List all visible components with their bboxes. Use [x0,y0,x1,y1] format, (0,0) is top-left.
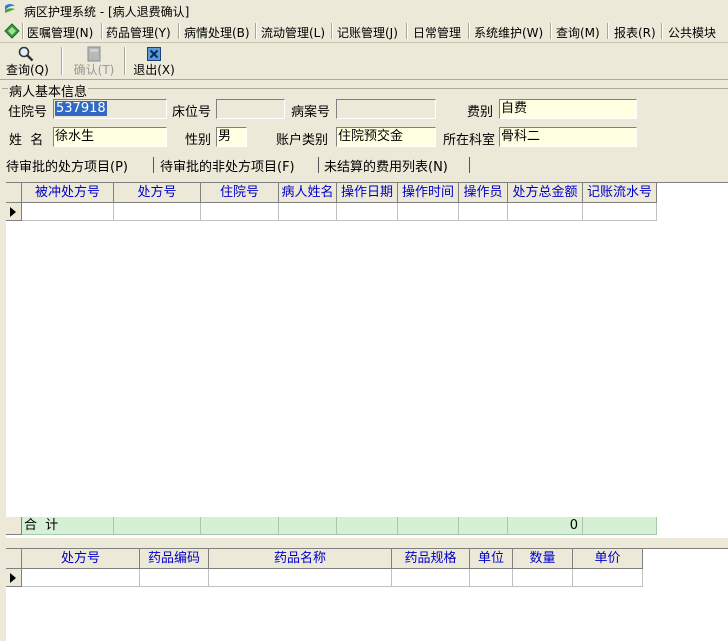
fee-type-field[interactable]: 自费 [499,99,637,119]
menu-daily-management[interactable]: 日常管理 [413,24,461,41]
fee-type-label: 费别 [467,105,494,120]
pending-prescriptions-grid[interactable]: 被冲处方号 处方号 住院号 病人姓名 操作日期 操作时间 操作员 处方总金额 记… [6,182,728,539]
window-title: 病区护理系统 - [病人退费确认] [24,5,190,19]
name-label: 姓 名 [9,133,44,148]
table-cell[interactable] [573,569,643,587]
table-cell[interactable] [583,203,657,221]
column-header[interactable]: 药品编码 [140,549,209,569]
bed-no-label: 床位号 [172,105,212,120]
grid-splitter[interactable] [0,538,728,548]
table-cell[interactable] [209,569,392,587]
patient-info-title: 病人基本信息 [8,81,89,100]
column-header[interactable]: 药品规格 [392,549,470,569]
exit-icon [147,47,161,61]
table-cell[interactable] [508,203,583,221]
column-header[interactable]: 单位 [470,549,513,569]
confirm-button[interactable]: 确认(T) [69,44,119,78]
table-cell[interactable] [22,203,114,221]
table-cell[interactable] [398,203,459,221]
system-menu-icon[interactable] [4,23,20,39]
column-header[interactable]: 处方号 [22,549,140,569]
query-button[interactable]: 查询(Q) [6,44,49,78]
prescription-detail-grid[interactable]: 处方号 药品编码 药品名称 药品规格 单位 数量 单价 [6,548,728,641]
column-header[interactable]: 操作时间 [398,183,459,203]
tab-strip: 待审批的处方项目(P) 待审批的非处方项目(F) 未结算的费用列表(N) [0,152,728,176]
admission-no-field[interactable]: 537918 [53,99,167,119]
admission-no-label: 住院号 [8,105,48,120]
menu-billing-management[interactable]: 记账管理(J) [337,24,398,41]
column-header[interactable]: 被冲处方号 [22,183,114,203]
table-cell[interactable] [513,569,573,587]
exit-button-label: 退出(X) [133,63,175,77]
menu-query[interactable]: 查询(M) [556,24,600,41]
gender-field[interactable]: 男 [216,127,247,147]
title-bar: 病区护理系统 - [病人退费确认] [0,0,728,20]
column-header[interactable]: 处方号 [114,183,201,203]
menu-common-module[interactable]: 公共模块 [668,24,716,41]
total-label: 合 计 [22,517,114,535]
table-cell[interactable] [201,203,279,221]
table-cell[interactable] [459,203,508,221]
menu-reports[interactable]: 报表(R) [614,24,656,41]
current-row-arrow-icon [10,207,16,217]
admission-no-value: 537918 [55,101,107,116]
confirm-disabled-icon [87,46,101,62]
row-indicator[interactable] [6,569,22,587]
gender-label: 性别 [185,133,212,148]
tab-pending-non-prescriptions[interactable]: 待审批的非处方项目(F) [160,156,295,175]
row-indicator[interactable] [6,203,22,221]
menu-transfer-management[interactable]: 流动管理(L) [261,24,325,41]
table-cell[interactable] [114,203,201,221]
menu-condition-handling[interactable]: 病情处理(B) [184,24,250,41]
menu-order-management[interactable]: 医嘱管理(N) [27,24,93,41]
column-header[interactable]: 数量 [513,549,573,569]
account-type-field[interactable]: 住院预交金 [336,127,436,147]
table-cell[interactable] [140,569,209,587]
account-type-label: 账户类别 [276,133,329,148]
confirm-button-label: 确认(T) [73,63,115,77]
column-header[interactable]: 药品名称 [209,549,392,569]
department-field[interactable]: 骨科二 [499,127,637,147]
menu-drug-management[interactable]: 药品管理(Y) [106,24,171,41]
current-row-arrow-icon [10,573,16,583]
department-label: 所在科室 [443,133,496,148]
exit-button[interactable]: 退出(X) [131,44,177,78]
column-header[interactable]: 操作日期 [337,183,398,203]
column-header[interactable]: 单价 [573,549,643,569]
toolbar: 查询(Q) 确认(T) 退出(X) [0,43,728,80]
record-no-label: 病案号 [291,105,331,120]
tab-pending-prescriptions[interactable]: 待审批的处方项目(P) [6,156,128,175]
table-cell[interactable] [22,569,140,587]
column-header[interactable]: 记账流水号 [583,183,657,203]
column-header[interactable]: 操作员 [459,183,508,203]
column-header[interactable]: 处方总金额 [508,183,583,203]
total-amount: 0 [508,517,583,535]
column-header[interactable]: 住院号 [201,183,279,203]
bed-no-field[interactable] [216,99,285,119]
menu-bar: 医嘱管理(N) 药品管理(Y) 病情处理(B) 流动管理(L) 记账管理(J) … [0,20,728,43]
column-header[interactable]: 病人姓名 [279,183,337,203]
table-cell[interactable] [470,569,513,587]
app-logo-icon [5,4,15,16]
tab-unsettled-fees[interactable]: 未结算的费用列表(N) [324,156,448,175]
table-cell[interactable] [279,203,337,221]
table-cell[interactable] [337,203,398,221]
name-field[interactable]: 徐水生 [53,127,167,147]
query-button-label: 查询(Q) [6,63,49,77]
magnifier-icon [18,46,34,62]
record-no-field[interactable] [336,99,436,119]
menu-system-maintenance[interactable]: 系统维护(W) [474,24,543,41]
table-cell[interactable] [392,569,470,587]
